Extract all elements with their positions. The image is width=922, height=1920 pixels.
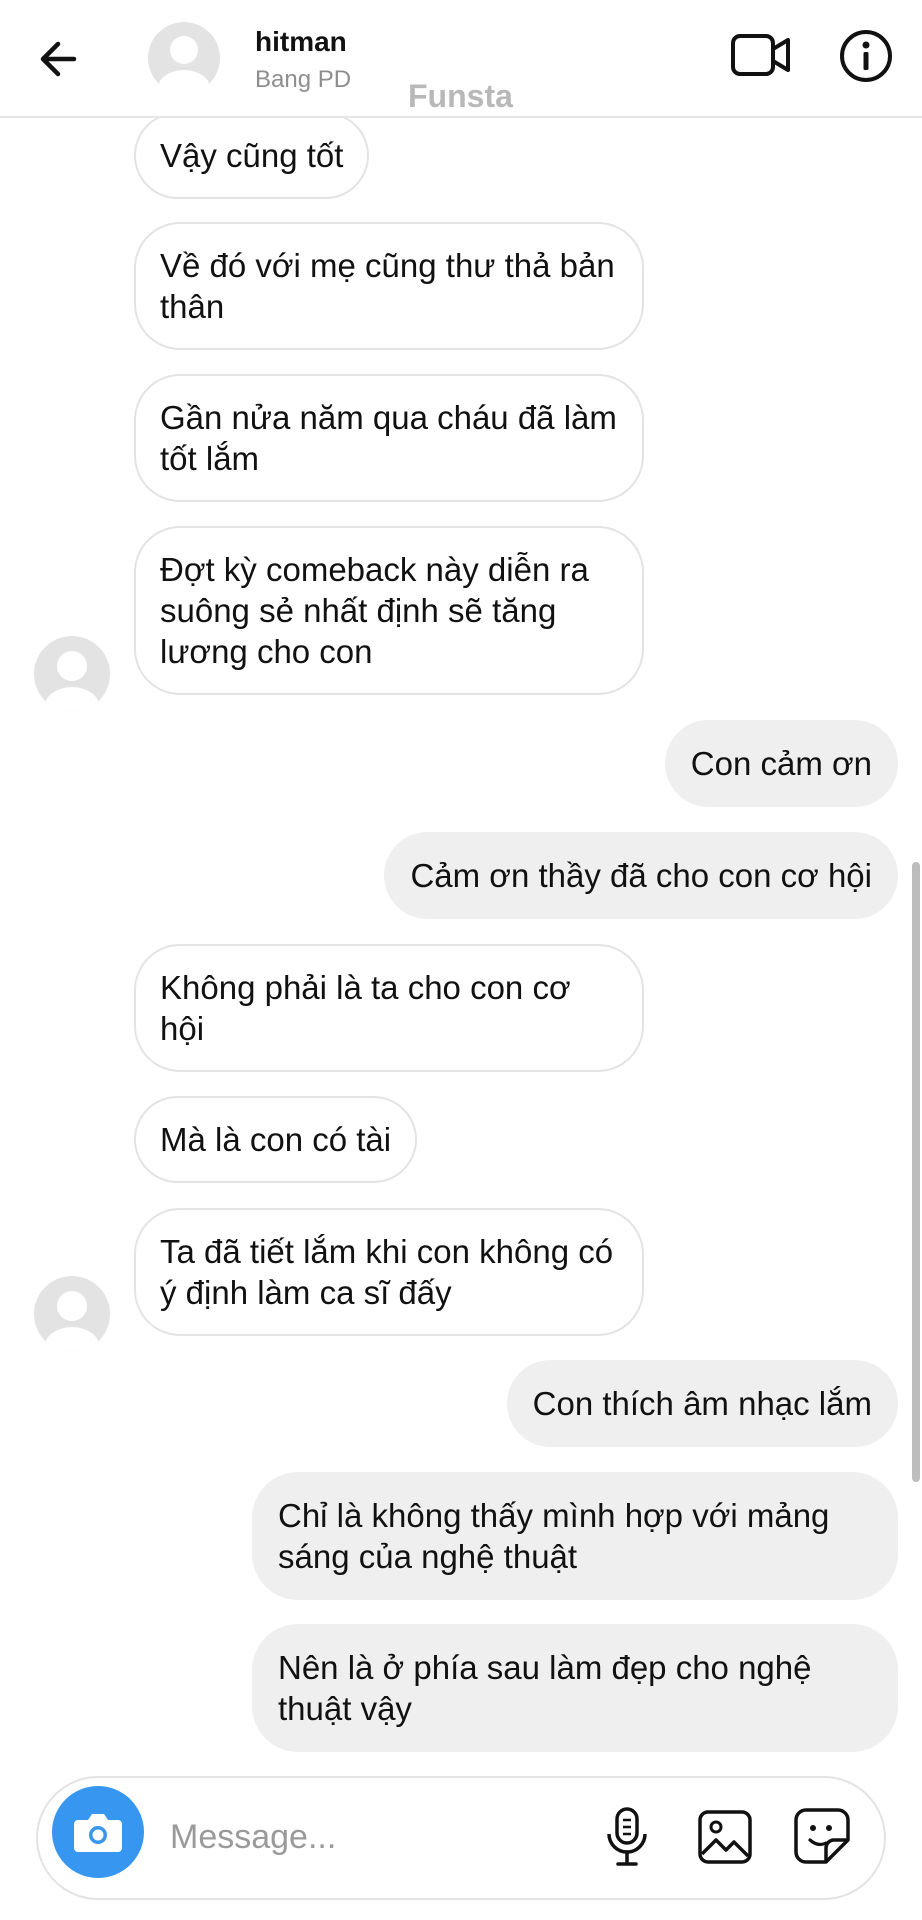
sender-avatar[interactable] bbox=[34, 1276, 110, 1352]
message-bubble-outgoing[interactable]: Chỉ là không thấy mình hợp với mảng sáng… bbox=[252, 1472, 898, 1600]
contact-subtitle: Bang PD bbox=[255, 66, 352, 93]
default-avatar-icon bbox=[45, 651, 99, 712]
image-gallery-icon bbox=[698, 1810, 752, 1864]
message-bubble-incoming[interactable]: Đợt kỳ comeback này diễn ra suông sẻ nhấ… bbox=[134, 526, 644, 695]
sender-avatar[interactable] bbox=[34, 636, 110, 712]
camera-icon bbox=[74, 1814, 122, 1852]
arrow-left-icon bbox=[40, 41, 77, 77]
message-bubble-incoming[interactable]: Gần nửa năm qua cháu đã làm tốt lắm bbox=[134, 374, 644, 502]
video-call-button[interactable] bbox=[730, 30, 792, 80]
contact-name[interactable]: hitman bbox=[255, 26, 347, 58]
message-thread[interactable]: Vậy cũng tốt Về đó với mẹ cũng thư thả b… bbox=[0, 118, 922, 1758]
message-bubble-incoming[interactable]: Không phải là ta cho con cơ hội bbox=[134, 944, 644, 1072]
message-bubble-outgoing[interactable]: Con cảm ơn bbox=[664, 720, 898, 807]
chat-header: hitman Bang PD Funsta bbox=[0, 0, 922, 118]
message-bubble-outgoing[interactable]: Con thích âm nhạc lắm bbox=[506, 1360, 898, 1447]
scrollbar[interactable] bbox=[912, 862, 920, 1482]
sticker-icon bbox=[794, 1808, 850, 1864]
back-button[interactable] bbox=[34, 34, 84, 84]
info-button[interactable] bbox=[838, 28, 894, 84]
message-bubble-incoming[interactable]: Vậy cũng tốt bbox=[134, 118, 370, 199]
contact-avatar[interactable] bbox=[148, 22, 220, 94]
gallery-button[interactable] bbox=[696, 1808, 754, 1866]
watermark-text: Funsta bbox=[408, 78, 513, 114]
default-avatar-icon bbox=[45, 1291, 99, 1352]
camera-button[interactable] bbox=[52, 1786, 144, 1878]
voice-message-button[interactable] bbox=[602, 1806, 652, 1868]
message-bubble-incoming[interactable]: Ta đã tiết lắm khi con không có ý định l… bbox=[134, 1208, 644, 1336]
default-avatar-icon bbox=[158, 36, 210, 94]
sticker-button[interactable] bbox=[792, 1806, 852, 1866]
message-input[interactable] bbox=[168, 1806, 572, 1868]
info-icon bbox=[840, 30, 892, 82]
message-bubble-incoming[interactable]: Về đó với mẹ cũng thư thả bản thân bbox=[134, 222, 644, 350]
message-bubble-outgoing[interactable]: Cảm ơn thầy đã cho con cơ hội bbox=[384, 832, 898, 919]
message-bubble-incoming[interactable]: Mà là con có tài bbox=[134, 1096, 418, 1183]
message-bubble-outgoing[interactable]: Nên là ở phía sau làm đẹp cho nghệ thuật… bbox=[252, 1624, 898, 1752]
microphone-icon bbox=[607, 1807, 647, 1866]
video-camera-icon bbox=[731, 34, 790, 76]
